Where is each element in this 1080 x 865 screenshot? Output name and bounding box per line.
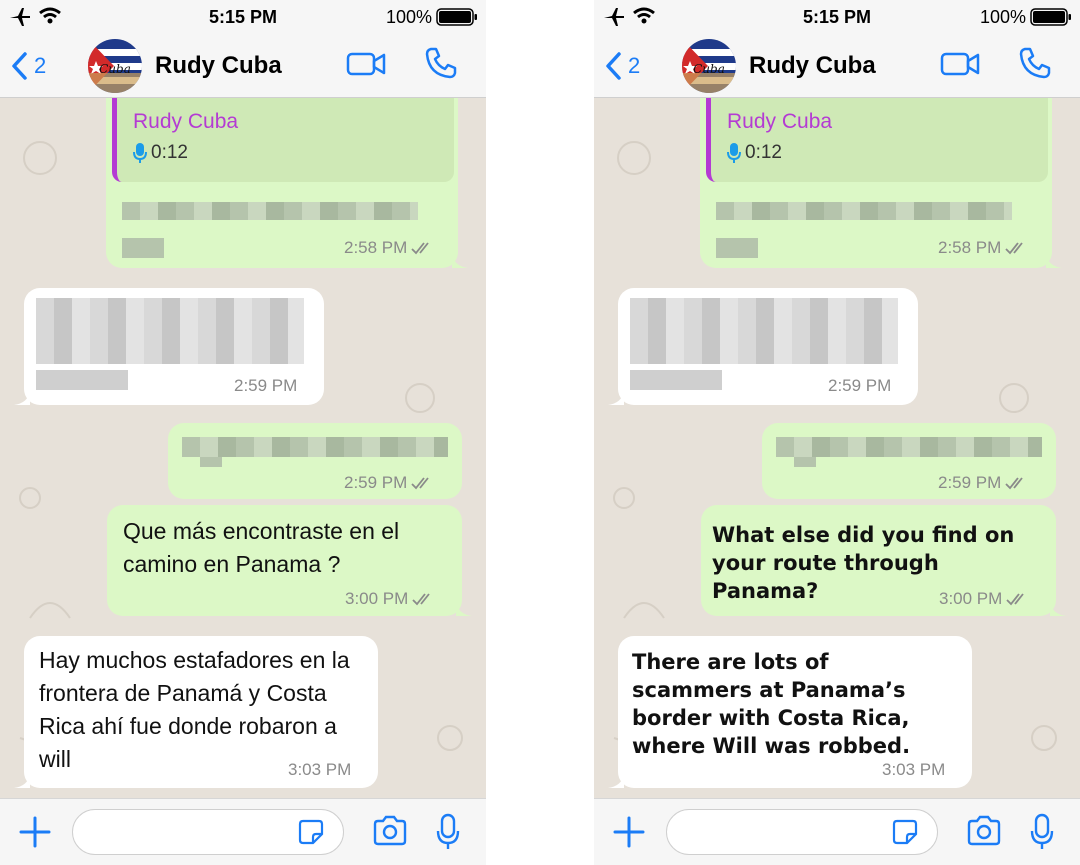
message-composer bbox=[594, 798, 1080, 865]
sticker-icon[interactable] bbox=[892, 819, 918, 845]
contact-name[interactable]: Rudy Cuba bbox=[749, 52, 876, 80]
contact-name[interactable]: Rudy Cuba bbox=[155, 52, 282, 80]
chat-screen-translated: 5:15 PM 100% 2 Cuba Rudy Cuba Rudy Cuba … bbox=[594, 0, 1080, 865]
quote-voice: 0:12 bbox=[133, 142, 188, 164]
plus-icon[interactable] bbox=[612, 815, 646, 849]
bubble-tail bbox=[1050, 602, 1066, 616]
plus-icon[interactable] bbox=[18, 815, 52, 849]
avatar-logo-text: Cuba bbox=[693, 62, 725, 76]
battery-icon bbox=[1030, 8, 1071, 26]
quote-duration: 0:12 bbox=[151, 142, 188, 163]
incoming-message-bubble[interactable]: 2:59 PM bbox=[608, 288, 918, 405]
quote-author: Rudy Cuba bbox=[133, 110, 239, 133]
incoming-message-bubble[interactable]: Hay muchos estafadores en la frontera de… bbox=[14, 636, 378, 788]
message-time: 2:58 PM bbox=[344, 238, 408, 257]
bubble-tail bbox=[452, 254, 468, 268]
outgoing-message-bubble[interactable]: 2:59 PM bbox=[168, 423, 462, 499]
message-meta: 3:03 PM bbox=[882, 760, 945, 780]
avatar[interactable]: Cuba bbox=[88, 39, 142, 93]
phone-call-icon[interactable] bbox=[1018, 46, 1052, 80]
message-time: 2:59 PM bbox=[828, 376, 892, 395]
unread-count: 2 bbox=[628, 53, 641, 78]
unread-count: 2 bbox=[34, 53, 47, 78]
message-time: 3:00 PM bbox=[345, 589, 409, 608]
microphone-icon bbox=[727, 143, 741, 163]
message-meta: 2:59 PM bbox=[938, 473, 1029, 493]
back-button[interactable]: 2 bbox=[10, 48, 46, 84]
phone-call-icon[interactable] bbox=[424, 46, 458, 80]
message-time: 2:59 PM bbox=[938, 473, 1002, 492]
message-meta: 2:58 PM bbox=[938, 238, 1029, 258]
outgoing-message-bubble[interactable]: Que más encontraste en el camino en Pana… bbox=[107, 505, 472, 616]
microphone-icon bbox=[133, 143, 147, 163]
status-bar: 5:15 PM 100% bbox=[0, 0, 486, 34]
message-meta: 3:03 PM bbox=[288, 760, 351, 780]
quoted-reply-bubble[interactable]: Rudy Cuba 0:12 2:58 PM bbox=[106, 98, 468, 268]
sticker-icon[interactable] bbox=[298, 819, 324, 845]
outgoing-message-bubble[interactable]: What else did you find on your route thr… bbox=[701, 505, 1066, 616]
message-meta: 3:00 PM bbox=[939, 589, 1030, 609]
quoted-reply-bubble[interactable]: Rudy Cuba 0:12 2:58 PM bbox=[700, 98, 1062, 268]
incoming-message-bubble[interactable]: 2:59 PM bbox=[14, 288, 324, 405]
message-text-translated: There are lots of scammers at Panama’s b… bbox=[632, 650, 911, 758]
video-call-icon[interactable] bbox=[940, 48, 980, 80]
quote-duration: 0:12 bbox=[745, 142, 782, 163]
redacted-text bbox=[182, 437, 450, 467]
quoted-message[interactable]: Rudy Cuba 0:12 bbox=[112, 98, 454, 182]
double-check-icon bbox=[1005, 242, 1024, 255]
incoming-message-bubble[interactable]: There are lots of scammers at Panama’s b… bbox=[608, 636, 972, 788]
message-time: 2:59 PM bbox=[234, 376, 298, 395]
bubble-tail bbox=[14, 774, 30, 788]
redacted-text bbox=[776, 437, 1044, 467]
double-check-icon bbox=[411, 242, 430, 255]
back-button[interactable]: 2 bbox=[604, 48, 640, 84]
video-call-icon[interactable] bbox=[346, 48, 386, 80]
message-time: 3:00 PM bbox=[939, 589, 1003, 608]
status-bar: 5:15 PM 100% bbox=[594, 0, 1080, 34]
chat-screen-original: 5:15 PM 100% 2 Cuba Rudy Cuba Rudy Cuba … bbox=[0, 0, 486, 865]
double-check-icon bbox=[1005, 477, 1024, 490]
bubble-tail bbox=[1046, 254, 1062, 268]
double-check-icon bbox=[1006, 593, 1025, 606]
microphone-icon[interactable] bbox=[436, 813, 460, 851]
back-chevron-icon bbox=[606, 52, 621, 80]
battery-percent: 100% bbox=[979, 7, 1026, 27]
quote-voice: 0:12 bbox=[727, 142, 782, 164]
message-meta: 2:59 PM bbox=[234, 376, 297, 396]
redacted-text bbox=[36, 298, 306, 390]
chat-header: 2 Cuba Rudy Cuba bbox=[594, 34, 1080, 98]
bubble-tail bbox=[456, 602, 472, 616]
microphone-icon[interactable] bbox=[1030, 813, 1054, 851]
chat-header: 2 Cuba Rudy Cuba bbox=[0, 34, 486, 98]
battery-icon bbox=[436, 8, 477, 26]
outgoing-message-bubble[interactable]: 2:59 PM bbox=[762, 423, 1056, 499]
avatar[interactable]: Cuba bbox=[682, 39, 736, 93]
back-chevron-icon bbox=[12, 52, 27, 80]
camera-icon[interactable] bbox=[372, 815, 408, 847]
bubble-tail bbox=[14, 391, 30, 405]
message-meta: 2:59 PM bbox=[344, 473, 435, 493]
double-check-icon bbox=[411, 477, 430, 490]
message-time: 2:58 PM bbox=[938, 238, 1002, 257]
message-text: Hay muchos estafadores en la frontera de… bbox=[39, 647, 350, 772]
quote-author: Rudy Cuba bbox=[727, 110, 833, 133]
bubble-tail bbox=[608, 391, 624, 405]
message-meta: 2:58 PM bbox=[344, 238, 435, 258]
redacted-text bbox=[630, 298, 900, 390]
bubble-tail bbox=[608, 774, 624, 788]
message-time: 3:03 PM bbox=[882, 760, 946, 779]
avatar-logo-text: Cuba bbox=[99, 62, 131, 76]
message-meta: 2:59 PM bbox=[828, 376, 891, 396]
double-check-icon bbox=[412, 593, 431, 606]
message-meta: 3:00 PM bbox=[345, 589, 436, 609]
quoted-message[interactable]: Rudy Cuba 0:12 bbox=[706, 98, 1048, 182]
message-text: Que más encontraste en el camino en Pana… bbox=[123, 518, 400, 577]
camera-icon[interactable] bbox=[966, 815, 1002, 847]
battery-percent: 100% bbox=[385, 7, 432, 27]
message-time: 2:59 PM bbox=[344, 473, 408, 492]
message-composer bbox=[0, 798, 486, 865]
message-time: 3:03 PM bbox=[288, 760, 352, 779]
